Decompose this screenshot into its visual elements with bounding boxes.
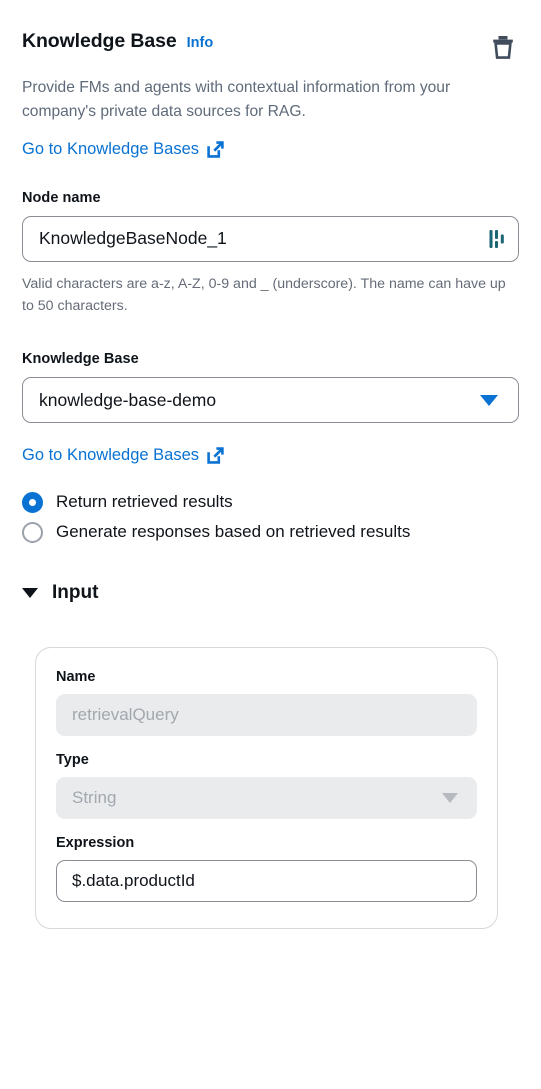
go-to-knowledge-bases-label-top: Go to Knowledge Bases [22,140,200,158]
node-name-input[interactable]: KnowledgeBaseNode_1 [22,216,519,262]
radio-option-generate-responses[interactable]: Generate responses based on retrieved re… [22,519,519,544]
input-name-placeholder: retrievalQuery [72,705,179,724]
trash-icon [493,36,513,59]
input-expression-label: Expression [56,835,135,851]
knowledge-base-selected-value: knowledge-base-demo [39,389,217,410]
input-type-placeholder: String [72,788,117,807]
flow-node-icon [489,230,504,248]
input-type-label: Type [56,752,89,768]
radio-option-return-retrieved-results[interactable]: Return retrieved results [22,489,519,514]
radio-label-0: Return retrieved results [56,492,233,511]
radio-unselected-icon [22,522,43,543]
input-expression-field[interactable]: $.data.productId [56,860,477,902]
delete-node-button[interactable] [489,32,517,62]
node-name-value: KnowledgeBaseNode_1 [39,228,227,249]
input-section-title: Input [52,582,99,603]
node-name-hint: Valid characters are a-z, A-Z, 0-9 and _… [22,276,506,314]
radio-label-1: Generate responses based on retrieved re… [56,522,411,541]
go-to-knowledge-bases-link-mid[interactable]: Go to Knowledge Bases [22,446,224,465]
input-section-header[interactable]: Input [22,582,519,604]
knowledge-base-select[interactable]: knowledge-base-demo [22,377,519,423]
input-name-field: retrievalQuery [56,694,477,736]
panel-description: Provide FMs and agents with contextual i… [22,79,451,120]
panel-header-left: Knowledge Base Info [22,30,213,53]
page-title: Knowledge Base [22,30,177,52]
knowledge-base-label: Knowledge Base [22,351,139,367]
info-link[interactable]: Info [187,35,214,51]
chevron-down-icon [480,394,498,406]
input-type-select: String [56,777,477,819]
external-link-icon [207,141,224,158]
radio-selected-icon [22,492,43,513]
chevron-down-icon [442,793,458,803]
go-to-knowledge-bases-label-mid: Go to Knowledge Bases [22,446,200,464]
knowledge-base-config-panel: Knowledge Base Info Provide FMs and agen… [0,0,541,1089]
panel-header: Knowledge Base Info [22,0,519,62]
input-parameter-card: Name retrievalQuery Type String Expressi… [35,647,498,929]
retrieval-mode-radio-group: Return retrieved results Generate respon… [22,489,519,544]
external-link-icon [207,447,224,464]
caret-down-icon [22,588,38,598]
input-name-label: Name [56,669,96,685]
go-to-knowledge-bases-link-top[interactable]: Go to Knowledge Bases [22,140,224,159]
node-name-label: Node name [22,190,101,206]
input-expression-value: $.data.productId [72,871,195,890]
